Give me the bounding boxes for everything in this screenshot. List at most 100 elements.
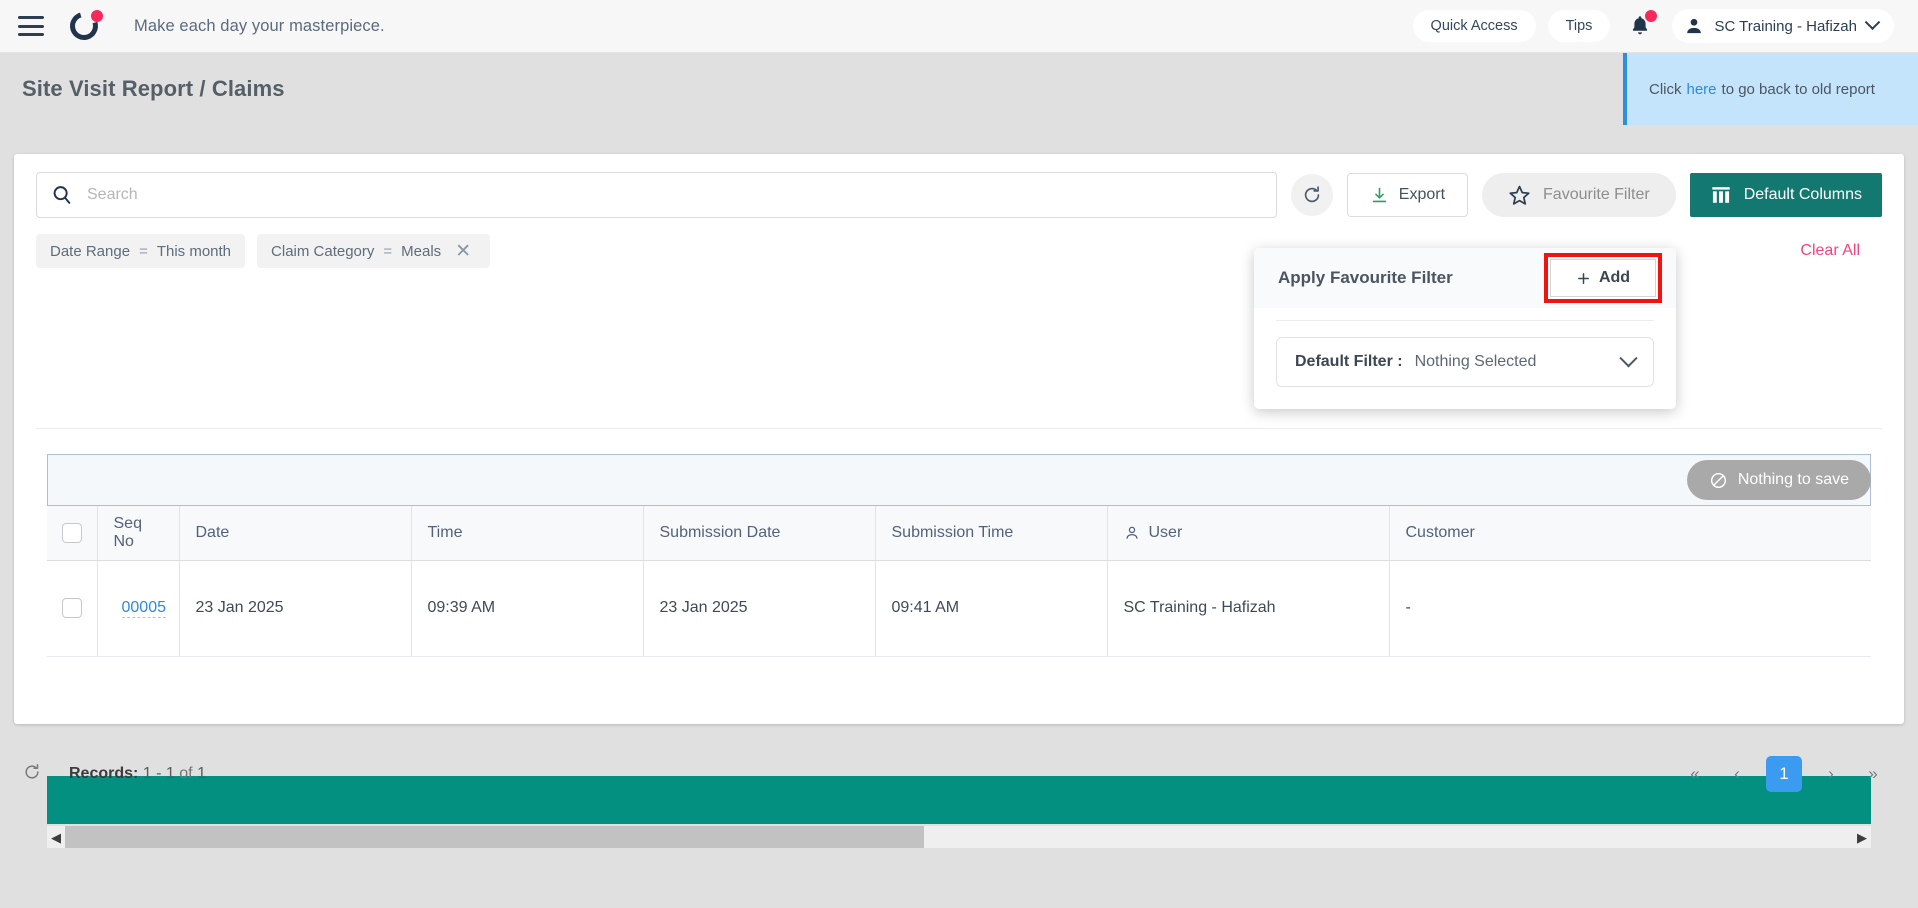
seq-no-link[interactable]: 00005 xyxy=(121,599,166,618)
export-label: Export xyxy=(1398,186,1446,203)
chip-value: Meals xyxy=(401,242,442,260)
search-input[interactable] xyxy=(87,186,1262,204)
add-label: Add xyxy=(1598,269,1631,286)
cell-submission-time: 09:41 AM xyxy=(875,560,1108,657)
row-select-cell[interactable] xyxy=(47,560,98,657)
add-favourite-filter-button[interactable]: Add xyxy=(1550,259,1656,297)
user-name-label: SC Training - Hafizah xyxy=(1714,17,1857,35)
column-label: Submission Date xyxy=(659,523,781,541)
popover-title: Apply Favourite Filter xyxy=(1278,268,1453,287)
select-all-header[interactable] xyxy=(47,506,98,561)
favourite-filter-button[interactable]: Favourite Filter xyxy=(1482,173,1676,217)
download-icon xyxy=(1372,187,1386,202)
chevron-down-icon[interactable] xyxy=(1619,348,1638,367)
refresh-icon xyxy=(1304,186,1320,203)
hamburger-icon[interactable] xyxy=(18,16,44,36)
refresh-button[interactable] xyxy=(1290,174,1333,216)
close-icon[interactable]: ✕ xyxy=(450,238,476,264)
chip-value: This month xyxy=(156,242,232,260)
page-header: Site Visit Report / Claims Click here to… xyxy=(0,53,1918,125)
report-toolbar: Export Favourite Filter Default Columns xyxy=(14,154,1904,218)
add-button-highlight: Add xyxy=(1544,253,1662,303)
pagination-prev[interactable]: ‹ xyxy=(1716,754,1758,794)
old-report-prefix: Click xyxy=(1649,80,1682,98)
column-label: Customer xyxy=(1405,523,1475,541)
old-report-suffix: to go back to old report xyxy=(1721,80,1875,98)
chip-field: Claim Category xyxy=(271,242,375,260)
popover-body: Default Filter : Nothing Selected xyxy=(1254,320,1676,409)
default-columns-label: Default Columns xyxy=(1743,186,1862,203)
pagination-first[interactable]: « xyxy=(1674,754,1716,794)
cell-seq-no[interactable]: 00005 xyxy=(97,560,180,657)
default-columns-button[interactable]: Default Columns xyxy=(1689,173,1882,217)
report-card: Export Favourite Filter Default Columns … xyxy=(14,154,1904,848)
chip-operator: = xyxy=(383,242,393,260)
brand-logo-icon[interactable] xyxy=(65,7,103,45)
top-nav-right-group: Quick Access Tips SC Training - Hafizah xyxy=(1412,9,1894,43)
cell-date: 23 Jan 2025 xyxy=(179,560,412,657)
records-summary: Records: 1 - 1 of 1 xyxy=(69,765,206,783)
table-header-row: Seq No Date Time Submission Date Submiss… xyxy=(47,506,1871,561)
nothing-to-save-label: Nothing to save xyxy=(1737,471,1849,488)
clear-all-button[interactable]: Clear All xyxy=(1800,242,1882,260)
scrollbar-track[interactable] xyxy=(65,826,1853,848)
column-header-customer[interactable]: Customer xyxy=(1389,506,1871,561)
column-header-seq-no[interactable]: Seq No xyxy=(97,506,180,561)
scroll-left-icon[interactable]: ◀ xyxy=(47,831,65,844)
data-table-wrapper: Seq No Date Time Submission Date Submiss… xyxy=(47,506,1871,657)
default-filter-select[interactable]: Default Filter : Nothing Selected xyxy=(1276,337,1654,387)
divider xyxy=(1276,320,1654,321)
pagination: « ‹ 1 › » xyxy=(1674,754,1894,794)
columns-icon xyxy=(1712,187,1730,203)
avatar-icon xyxy=(1687,18,1702,34)
quick-access-button[interactable]: Quick Access xyxy=(1412,10,1536,42)
tagline-text: Make each day your masterpiece. xyxy=(134,16,385,35)
nothing-to-save-button: Nothing to save xyxy=(1686,460,1871,500)
horizontal-scrollbar[interactable]: ◀ ▶ xyxy=(47,826,1871,848)
column-label: User xyxy=(1148,523,1183,541)
column-header-time[interactable]: Time xyxy=(411,506,644,561)
filter-chip[interactable]: Claim Category = Meals ✕ xyxy=(257,234,491,268)
column-header-submission-time[interactable]: Submission Time xyxy=(875,506,1108,561)
column-header-date[interactable]: Date xyxy=(179,506,412,561)
cell-submission-date: 23 Jan 2025 xyxy=(643,560,876,657)
column-header-submission-date[interactable]: Submission Date xyxy=(643,506,876,561)
pagination-page-1[interactable]: 1 xyxy=(1766,756,1802,792)
top-navigation-bar: Make each day your masterpiece. Quick Ac… xyxy=(0,0,1918,53)
data-table: Seq No Date Time Submission Date Submiss… xyxy=(47,506,1871,657)
cell-time: 09:39 AM xyxy=(411,560,644,657)
divider xyxy=(36,428,1882,429)
footer-refresh-button[interactable] xyxy=(22,762,44,787)
chip-field: Date Range xyxy=(50,242,131,260)
filter-chip[interactable]: Date Range = This month xyxy=(36,234,246,268)
column-header-user[interactable]: User xyxy=(1107,506,1390,561)
search-box[interactable] xyxy=(36,172,1277,218)
table-row[interactable]: 00005 23 Jan 2025 09:39 AM 23 Jan 2025 0… xyxy=(47,560,1871,657)
column-label: Date xyxy=(195,523,230,541)
column-label: Submission Time xyxy=(891,523,1014,541)
chip-operator: = xyxy=(139,242,148,260)
cell-user: SC Training - Hafizah xyxy=(1107,560,1390,657)
records-range: 1 - 1 xyxy=(142,765,175,782)
records-label: Records: xyxy=(69,765,139,782)
bell-icon[interactable] xyxy=(1626,10,1658,41)
select-all-checkbox[interactable] xyxy=(61,522,82,543)
refresh-icon xyxy=(25,763,39,779)
user-menu-button[interactable]: SC Training - Hafizah xyxy=(1672,9,1894,43)
chevron-down-icon xyxy=(1864,13,1881,30)
records-of: of xyxy=(179,765,193,782)
scrollbar-thumb[interactable] xyxy=(65,826,924,848)
plus-icon xyxy=(1578,272,1589,284)
default-filter-label: Default Filter : xyxy=(1295,353,1403,370)
pagination-last[interactable]: » xyxy=(1852,754,1894,794)
pagination-next[interactable]: › xyxy=(1810,754,1852,794)
old-report-banner: Click here to go back to old report xyxy=(1623,53,1918,125)
favourite-filter-label: Favourite Filter xyxy=(1543,186,1650,203)
tips-button[interactable]: Tips xyxy=(1547,10,1611,42)
old-report-link[interactable]: here xyxy=(1687,81,1717,98)
row-checkbox[interactable] xyxy=(61,598,82,618)
column-label: Seq No xyxy=(113,514,142,550)
table-footer: Records: 1 - 1 of 1 « ‹ 1 › » xyxy=(0,744,1918,804)
export-button[interactable]: Export xyxy=(1346,173,1469,217)
scroll-right-icon[interactable]: ▶ xyxy=(1853,831,1871,844)
